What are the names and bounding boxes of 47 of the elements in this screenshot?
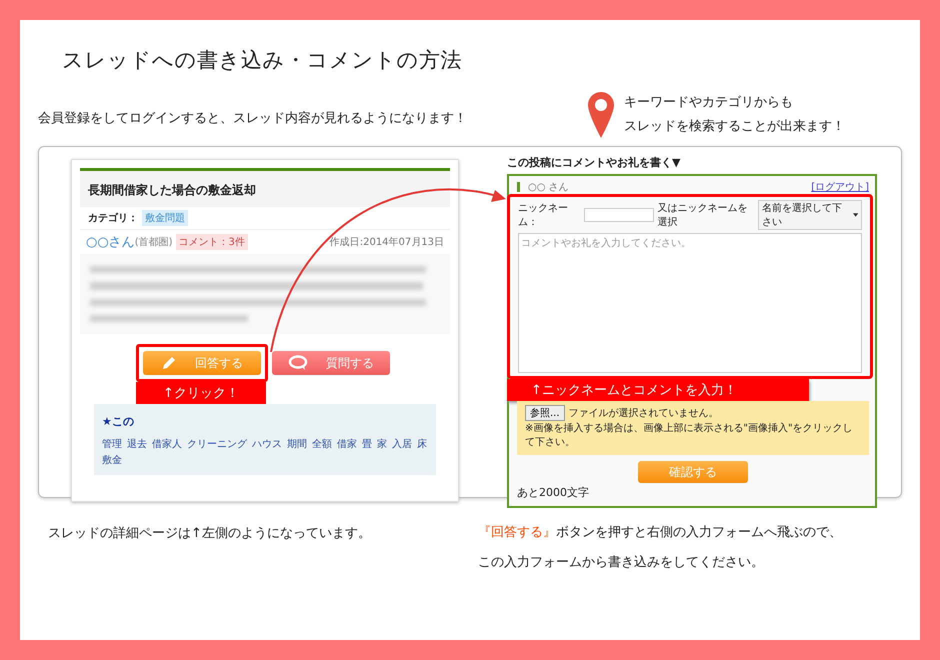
tag-link[interactable]: クリーニング — [187, 437, 247, 451]
map-pin-icon — [588, 92, 614, 138]
tag-link[interactable]: ハウス — [252, 437, 282, 451]
tag-link[interactable]: 畳 — [362, 437, 372, 451]
tag-link[interactable]: 管理 — [102, 437, 122, 451]
pencil-icon — [161, 355, 177, 371]
nickname-select[interactable]: 名前を選択して下さい — [758, 200, 862, 230]
caption-text: スレッドの詳細ページは↑左側のようになっています。 — [48, 525, 372, 543]
select-hint: 又はニックネームを選択 — [658, 202, 749, 229]
search-note-text: キーワードやカテゴリからも — [624, 94, 794, 112]
tags-heading: ★この — [102, 415, 134, 428]
tag-link[interactable]: 入居 — [392, 437, 412, 451]
logout-link[interactable]: [ログアウト] — [811, 180, 869, 194]
input-callout: ↑ニックネームとコメントを入力！ — [507, 379, 809, 401]
author-region: (首都圏) — [134, 236, 172, 249]
image-note: ※画像を挿入する場合は、画像上部に表示される"画像挿入"をクリックして下さい。 — [525, 422, 854, 449]
tag-link[interactable]: 退去 — [127, 437, 147, 451]
nickname-label: ニックネーム： — [518, 202, 569, 229]
created-date: 作成日:2014年07月13日 — [330, 236, 444, 249]
tag-link[interactable]: 借家 — [337, 437, 357, 451]
author-name[interactable]: ○○さん — [86, 233, 135, 251]
accent-bar — [517, 182, 520, 192]
browse-button[interactable]: 参照... — [525, 405, 565, 421]
caret-icon — [852, 213, 858, 217]
comment-field[interactable]: コメントやお礼を入力してください。 — [518, 233, 862, 373]
tag-link[interactable]: 敷金 — [102, 453, 122, 467]
tag-link[interactable]: 借家人 — [152, 437, 182, 451]
caption-text: この入力フォームから書き込みをしてください。 — [478, 555, 764, 570]
category-label: カテゴリ： — [88, 212, 138, 225]
answer-highlight: 『回答する』 — [478, 525, 556, 540]
intro-text: 会員登録をしてログインすると、スレッド内容が見れるようになります！ — [38, 110, 468, 127]
nickname-field[interactable] — [584, 208, 654, 222]
user-name: ○○ さん — [528, 181, 569, 194]
form-heading: この投稿にコメントやお礼を書く▼ — [507, 155, 682, 170]
caption-text: ボタンを押すと右側の入力フォームへ飛ぶので、 — [556, 525, 842, 540]
remaining-count: あと2000文字 — [517, 485, 590, 500]
tag-link[interactable]: 全額 — [312, 437, 332, 451]
search-note-text: スレッドを検索することが出来ます！ — [624, 118, 845, 136]
tag-link[interactable]: 期間 — [287, 437, 307, 451]
click-callout: ↑クリック！ — [136, 382, 266, 404]
thread-title: 長期間借家した場合の敷金返却 — [88, 183, 256, 197]
comment-count-badge: コメント：3件 — [176, 234, 248, 250]
speech-bubble-icon — [288, 355, 308, 371]
no-file-text: ファイルが選択されていません。 — [568, 407, 719, 420]
page-title: スレッドへの書き込み・コメントの方法 — [62, 47, 463, 74]
tag-link[interactable]: 家 — [377, 437, 387, 451]
tag-link[interactable]: 床 — [417, 437, 427, 451]
